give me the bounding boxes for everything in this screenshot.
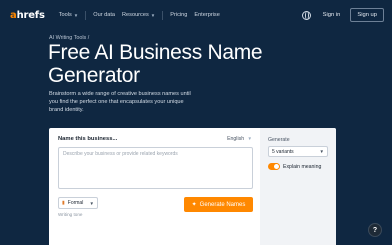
explain-meaning-toggle[interactable] xyxy=(268,163,280,170)
top-nav: ahrefs Tools ▼ Our data Resources ▼ Pricin… xyxy=(0,0,392,30)
tone-icon: ▮ xyxy=(62,200,65,206)
generator-card: Name this business... English ▼ Describe… xyxy=(49,128,336,245)
variants-select[interactable]: 5 variants ▼ xyxy=(268,146,328,157)
nav-divider xyxy=(85,10,87,20)
generator-form: Name this business... English ▼ Describe… xyxy=(49,128,260,245)
chevron-down-icon: ▼ xyxy=(150,12,156,18)
chevron-down-icon: ▼ xyxy=(247,136,252,141)
sign-in-link[interactable]: Sign in xyxy=(323,12,341,18)
globe-icon[interactable] xyxy=(301,10,311,20)
nav-item-resources[interactable]: Resources ▼ xyxy=(122,12,155,18)
name-business-label: Name this business... xyxy=(58,136,118,142)
explain-meaning-row: Explain meaning xyxy=(268,163,328,170)
page-description: Brainstorm a wide range of creative busi… xyxy=(49,91,191,113)
sign-up-button[interactable]: Sign up xyxy=(350,8,384,22)
nav-item-enterprise[interactable]: Enterprise xyxy=(194,12,220,18)
options-panel: Generate 5 variants ▼ Explain meaning xyxy=(260,128,336,245)
nav-item-tools[interactable]: Tools ▼ xyxy=(59,12,79,18)
explain-meaning-label: Explain meaning xyxy=(283,163,322,170)
nav-divider xyxy=(162,10,164,20)
language-select[interactable]: English ▼ xyxy=(227,136,252,142)
help-button[interactable]: ? xyxy=(368,223,382,237)
sparkle-icon: ✦ xyxy=(191,202,197,208)
nav-item-pricing[interactable]: Pricing xyxy=(170,12,187,18)
main-menu: Tools ▼ Our data Resources ▼ Pricing Enter… xyxy=(59,10,227,20)
writing-tone-select[interactable]: ▮ Formal ▼ xyxy=(58,197,98,209)
nav-right: Sign in Sign up xyxy=(301,8,384,22)
chevron-down-icon: ▼ xyxy=(319,149,324,154)
chevron-down-icon: ▼ xyxy=(89,200,94,206)
ahrefs-logo[interactable]: ahrefs xyxy=(10,10,45,21)
generate-names-button[interactable]: ✦ Generate Names xyxy=(184,197,253,212)
writing-tone-label: Writing tone xyxy=(58,212,83,217)
chevron-down-icon: ▼ xyxy=(73,12,79,18)
nav-item-our-data[interactable]: Our data xyxy=(93,12,115,18)
page-title: Free AI Business Name Generator xyxy=(48,41,263,87)
business-description-input[interactable]: Describe your business or provide relate… xyxy=(58,147,253,189)
generate-label: Generate xyxy=(268,137,290,143)
